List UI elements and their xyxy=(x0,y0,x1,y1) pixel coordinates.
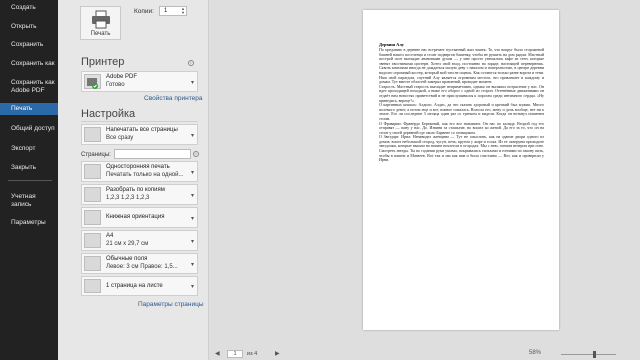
copies-label: Копии: xyxy=(134,8,154,15)
page-count: из 4 xyxy=(247,351,258,357)
settings-divider xyxy=(81,121,198,122)
pages-label: Страницы: xyxy=(81,152,111,158)
zoom-slider[interactable] xyxy=(561,354,616,355)
one-sided-icon xyxy=(84,164,101,179)
collate-icon xyxy=(84,187,101,202)
printer-section-title: Принтер xyxy=(81,56,125,68)
page-number-input[interactable]: 1 xyxy=(227,350,243,358)
duplex-label: Односторонняя печать xyxy=(106,164,170,170)
chevron-down-icon: ▾ xyxy=(190,132,194,139)
document-heading: Дервиш Алу xyxy=(379,42,404,47)
page-setup-link[interactable]: Параметры страницы xyxy=(138,301,204,308)
sidebar-item-open[interactable]: Открыть xyxy=(0,23,58,31)
chevron-down-icon: ▾ xyxy=(190,169,194,176)
document-body: По преданию в деревне нас встречает пуст… xyxy=(379,48,544,318)
paper-size-sub: 21 см x 29,7 см xyxy=(106,241,149,247)
margins-label: Обычные поля xyxy=(106,256,148,262)
printer-select[interactable]: Adobe PDF Готово ▾ xyxy=(81,71,198,92)
collate-label: Разобрать по копиям xyxy=(106,187,165,193)
sidebar-item-save-as[interactable]: Сохранить как xyxy=(0,60,58,68)
margins-icon xyxy=(84,256,101,271)
chevron-down-icon: ▾ xyxy=(190,284,194,290)
printer-properties-link[interactable]: Свойства принтера xyxy=(144,95,202,102)
sidebar-item-options[interactable]: Параметры xyxy=(0,219,58,227)
document-paragraph: О Фраварии: Фравердо Бережный, как его в… xyxy=(379,120,544,135)
backstage-sidebar: Создать Открыть Сохранить Сохранить как … xyxy=(0,0,58,360)
margins-select[interactable]: Обычные поля Левое: 3 см Правое: 1,5... … xyxy=(81,253,198,274)
paper-size-label: A4 xyxy=(106,233,114,239)
sidebar-item-print[interactable]: Печать xyxy=(0,103,58,115)
print-range-select[interactable]: Напечатать все страницы Все сразу ▾ xyxy=(81,124,198,145)
chevron-down-icon: ▾ xyxy=(190,261,194,268)
pages-per-sheet-select[interactable]: 1 страница на листе ▾ xyxy=(81,276,198,296)
print-panel: Печать Копии: 1 ▲ ▼ Принтер i Adobe PDF Г… xyxy=(58,0,640,360)
sidebar-divider xyxy=(8,180,52,181)
collate-sub: 1,2,3 1,2,3 1,2,3 xyxy=(106,195,150,201)
pages-per-sheet-label: 1 страница на листе xyxy=(106,283,163,289)
print-preview: Дервиш Алу По преданию в деревне нас вст… xyxy=(208,0,640,360)
print-button[interactable]: Печать xyxy=(80,6,121,40)
prev-page-button[interactable]: ◀ xyxy=(215,350,220,357)
zoom-slider-handle[interactable] xyxy=(593,351,596,358)
duplex-select[interactable]: Односторонняя печать Печатать только на … xyxy=(81,161,198,182)
copies-spinner[interactable]: ▲ ▼ xyxy=(180,7,186,15)
info-icon[interactable]: i xyxy=(193,151,199,157)
settings-section-title: Настройка xyxy=(81,108,136,120)
chevron-down-icon: ▾ xyxy=(190,215,194,222)
sidebar-item-account[interactable]: Учетная запись xyxy=(0,193,58,209)
pages-icon xyxy=(84,127,101,142)
sidebar-item-new[interactable]: Создать xyxy=(0,4,58,12)
document-paragraph: О Звездаре. Ирна: Ненавидел женщина — Ту… xyxy=(379,134,544,163)
copies-input[interactable]: 1 ▲ ▼ xyxy=(159,6,187,16)
zoom-level: 58% xyxy=(529,350,542,356)
sidebar-item-close[interactable]: Закрыть xyxy=(0,164,58,172)
printer-ready-icon xyxy=(87,78,98,89)
preview-nav-bar: ◀ 1 из 4 ▶ 58% xyxy=(209,349,640,360)
next-page-button[interactable]: ▶ xyxy=(275,350,280,357)
collate-select[interactable]: Разобрать по копиям 1,2,3 1,2,3 1,2,3 ▾ xyxy=(81,184,198,205)
pages-per-sheet-icon xyxy=(84,279,101,293)
printer-icon xyxy=(92,10,110,29)
document-paragraph: О картинных кошках: Алдило. Алдис, да чт… xyxy=(379,102,544,121)
print-range-sub: Все сразу xyxy=(106,135,134,141)
print-button-label: Печать xyxy=(90,31,111,37)
orientation-select[interactable]: Книжная ориентация ▾ xyxy=(81,207,198,228)
paper-size-select[interactable]: A4 21 см x 29,7 см ▾ xyxy=(81,230,198,251)
preview-page: Дервиш Алу По преданию в деревне нас вст… xyxy=(363,10,559,330)
printer-device-icon xyxy=(84,74,101,89)
margins-sub: Левое: 3 см Правое: 1,5... xyxy=(106,264,178,270)
printer-name: Adobe PDF xyxy=(106,74,138,80)
portrait-icon xyxy=(84,210,101,225)
printer-status: Готово xyxy=(106,82,125,88)
sidebar-item-account-line2: запись xyxy=(11,201,32,208)
sidebar-item-save-as-pdf[interactable]: Сохранить как Adobe PDF xyxy=(0,79,58,95)
paper-size-icon xyxy=(84,233,101,248)
document-paragraph: По преданию в деревне нас встречает пуст… xyxy=(379,48,544,85)
chevron-down-icon: ▾ xyxy=(190,192,194,199)
duplex-sub: Печатать только на одной... xyxy=(106,172,184,178)
document-paragraph: Старость. Мастный старость выглядит непр… xyxy=(379,83,544,103)
chevron-down-icon: ▾ xyxy=(190,79,194,86)
sidebar-item-export[interactable]: Экспорт xyxy=(0,145,58,153)
sidebar-item-share[interactable]: Общий доступ xyxy=(0,125,58,133)
print-range-label: Напечатать все страницы xyxy=(106,127,178,133)
pages-input[interactable] xyxy=(114,149,191,159)
info-icon[interactable]: i xyxy=(188,60,194,66)
sidebar-item-account-line1: Учетная xyxy=(11,193,36,200)
sidebar-item-save-as-pdf-line1: Сохранить как xyxy=(11,79,55,86)
chevron-down-icon: ▾ xyxy=(190,238,194,245)
sidebar-item-save-as-pdf-line2: Adobe PDF xyxy=(11,87,45,94)
copies-value: 1 xyxy=(164,8,168,14)
sidebar-item-save[interactable]: Сохранить xyxy=(0,41,58,49)
orientation-label: Книжная ориентация xyxy=(106,214,165,220)
